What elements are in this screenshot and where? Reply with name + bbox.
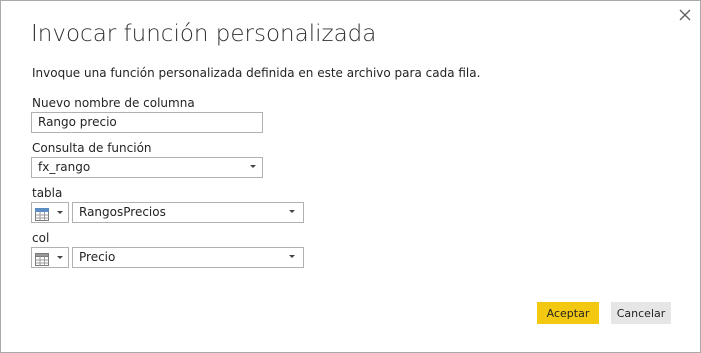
ok-button[interactable]: Aceptar [537, 302, 599, 324]
function-query-label: Consulta de función [32, 141, 152, 155]
chevron-down-icon [250, 165, 256, 168]
table-icon [35, 206, 49, 225]
param-col-type-button[interactable] [31, 247, 69, 268]
close-icon[interactable] [677, 7, 693, 23]
function-query-value: fx_rango [38, 160, 91, 174]
chevron-down-icon [289, 210, 295, 213]
param-tabla-type-button[interactable] [31, 202, 69, 223]
new-column-name-input[interactable]: Rango precio [31, 112, 263, 133]
new-column-name-label: Nuevo nombre de columna [32, 96, 195, 110]
invoke-custom-function-dialog: Invocar función personalizada Invoque un… [0, 0, 701, 353]
function-query-dropdown[interactable]: fx_rango [31, 157, 263, 178]
dialog-title: Invocar función personalizada [31, 21, 377, 47]
chevron-down-icon [57, 211, 63, 214]
column-icon [35, 251, 49, 270]
param-tabla-label: tabla [32, 186, 63, 200]
param-col-label: col [32, 231, 50, 245]
dialog-description: Invoque una función personalizada defini… [32, 66, 481, 80]
chevron-down-icon [57, 256, 63, 259]
cancel-button[interactable]: Cancelar [611, 302, 671, 324]
chevron-down-icon [289, 255, 295, 258]
param-col-value: Precio [79, 250, 116, 264]
param-tabla-dropdown[interactable]: RangosPrecios [72, 202, 304, 223]
param-col-dropdown[interactable]: Precio [72, 247, 304, 268]
param-tabla-value: RangosPrecios [79, 205, 166, 219]
